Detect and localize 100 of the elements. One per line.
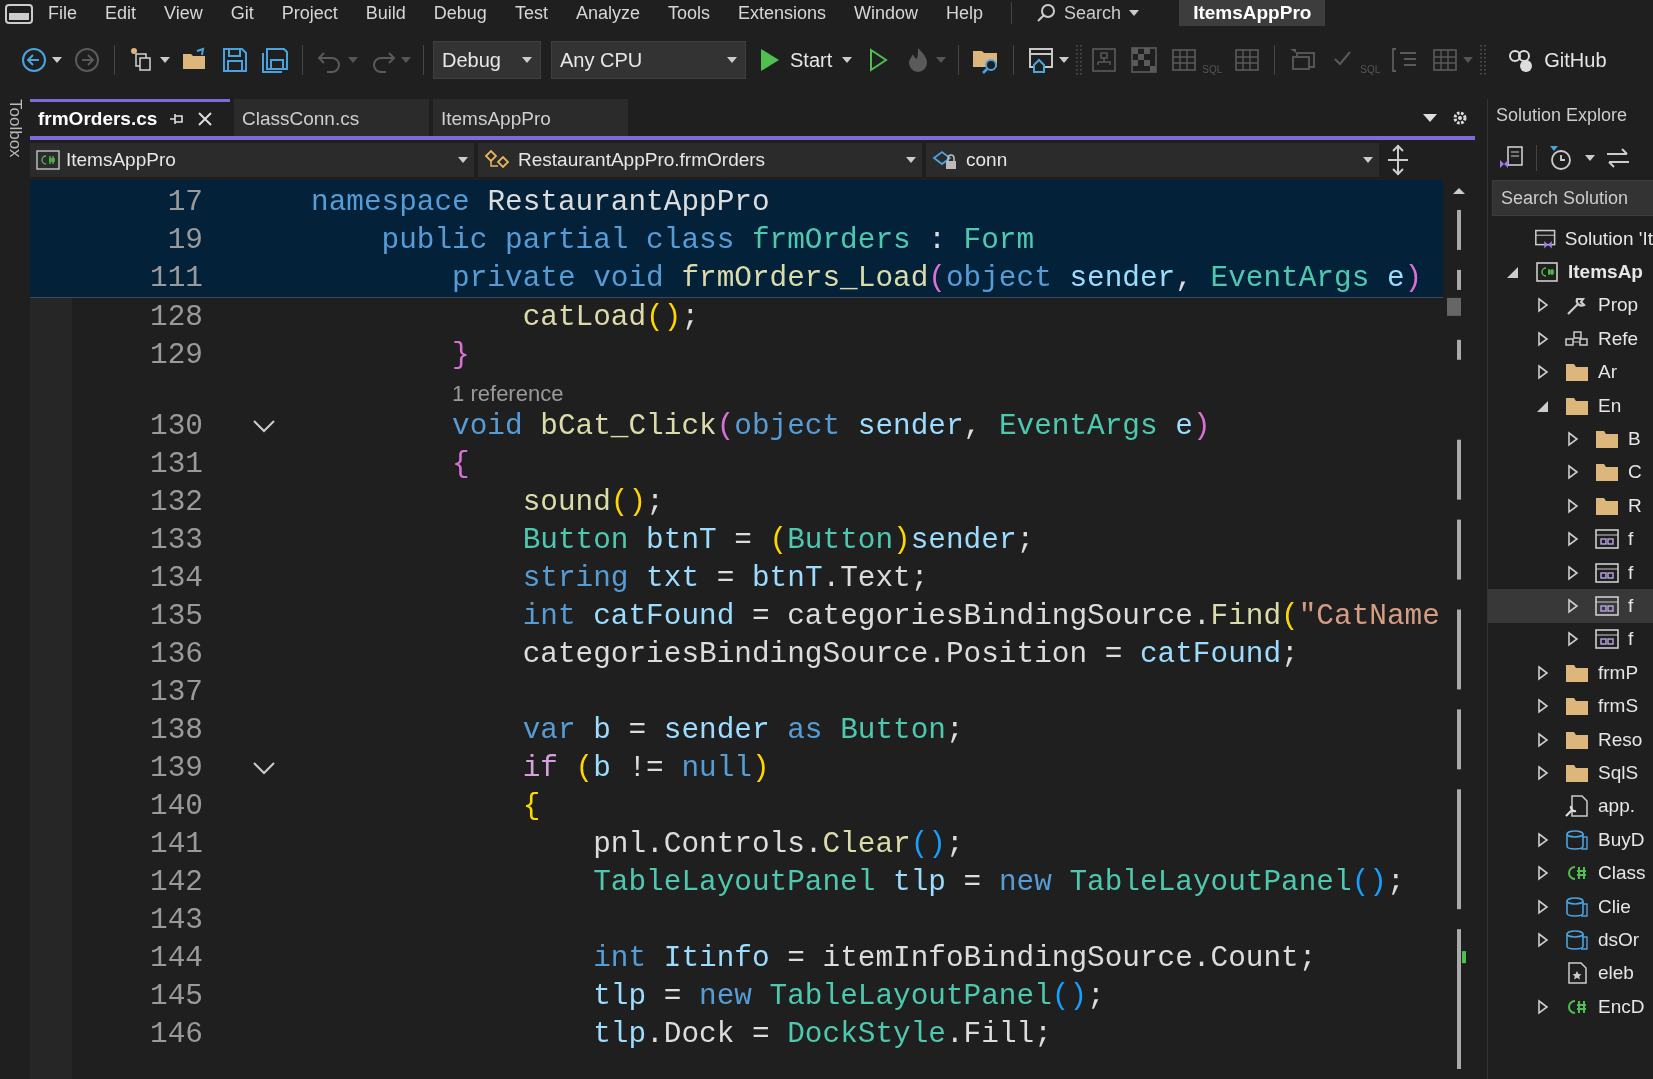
menu-item[interactable]: Tools <box>653 2 724 24</box>
tree-label: Ar <box>1598 361 1617 384</box>
code-line: categoriesBindingSource.Position = catFound; <box>521 637 1299 671</box>
tree-item[interactable]: B <box>1488 422 1653 456</box>
menu-item[interactable]: Analyze <box>561 2 654 24</box>
tree-label: f <box>1628 561 1634 584</box>
line-number: 133 <box>149 523 203 557</box>
references-link[interactable]: 1 reference <box>452 381 564 407</box>
pin-icon[interactable] <box>169 111 186 127</box>
tree-label: ItemsAp <box>1568 261 1643 284</box>
expander-icon[interactable] <box>1566 464 1580 481</box>
tree-item[interactable]: Reso <box>1488 722 1653 757</box>
tree-label: eleb <box>1598 962 1634 985</box>
tree-item[interactable]: eleb <box>1488 956 1653 990</box>
tree-item[interactable]: dsOr <box>1488 923 1653 957</box>
tree-label: Solution 'It <box>1564 227 1653 250</box>
caret-icon <box>727 57 737 63</box>
tree-item[interactable]: Ar <box>1488 355 1653 389</box>
tree-item[interactable]: app. <box>1488 789 1653 824</box>
toolbox-tab[interactable]: Toolbox <box>5 99 25 169</box>
menu-item[interactable]: Debug <box>419 2 501 24</box>
expander-icon[interactable] <box>1536 898 1550 915</box>
swap-icon[interactable] <box>1605 147 1631 169</box>
document-tab[interactable]: ItemsAppPro <box>433 99 628 136</box>
tree-item[interactable]: frmP <box>1488 656 1653 690</box>
tree-item[interactable]: SqlS <box>1488 756 1653 790</box>
tree-item[interactable]: C <box>1488 455 1653 490</box>
expander-icon[interactable] <box>1566 631 1580 648</box>
tree-item[interactable]: BuyD <box>1488 823 1653 857</box>
line-number: 134 <box>149 561 203 595</box>
menu-item[interactable]: Git <box>216 2 268 24</box>
caret-icon <box>1363 157 1373 163</box>
panel-title: Solution Explore <box>1495 104 1629 127</box>
close-icon[interactable] <box>197 111 214 127</box>
tree-item[interactable]: f <box>1488 555 1653 590</box>
expander-icon[interactable] <box>1536 998 1550 1015</box>
code-line: catLoad(); <box>521 300 700 334</box>
menu-item[interactable]: Test <box>500 2 562 24</box>
form-icon <box>1594 560 1620 585</box>
dropdown[interactable]: Any CPU <box>551 41 746 79</box>
chevron-icon[interactable] <box>253 419 275 433</box>
project-dropdown[interactable]: ItemsAppPro <box>30 143 474 177</box>
search-field[interactable]: Search Solution <box>1492 180 1653 216</box>
caret-icon <box>52 57 62 63</box>
menu-item[interactable]: Extensions <box>723 2 841 24</box>
tree-label: BuyD <box>1598 828 1645 851</box>
expander-icon[interactable] <box>1566 598 1580 614</box>
expander-icon[interactable] <box>1536 664 1550 681</box>
expander-icon[interactable] <box>1536 731 1550 748</box>
tree-item[interactable]: Clie <box>1488 889 1653 924</box>
code-line: var b = sender as Button; <box>521 713 964 747</box>
menu-item[interactable]: View <box>150 2 217 24</box>
tree-item[interactable]: f <box>1488 622 1653 657</box>
database-icon <box>1564 927 1590 952</box>
expander-icon[interactable] <box>1536 831 1550 848</box>
menu-item[interactable]: Window <box>840 2 933 24</box>
expander-icon[interactable] <box>1536 764 1550 781</box>
chevron-icon[interactable] <box>253 761 275 775</box>
expander-icon[interactable] <box>1566 564 1580 581</box>
menu-item[interactable]: Project <box>267 2 352 24</box>
tree-item[interactable]: frmS <box>1488 689 1653 723</box>
tree-item[interactable]: Prop <box>1488 288 1653 323</box>
menu-item[interactable]: File <box>34 2 91 24</box>
expander-icon[interactable] <box>1536 931 1550 948</box>
expander-icon[interactable] <box>1536 698 1550 715</box>
tree-item[interactable]: Solution 'It <box>1488 222 1653 256</box>
tree-item[interactable]: EncD <box>1488 990 1653 1024</box>
member-dropdown[interactable]: conn <box>926 143 1379 177</box>
caret-icon[interactable] <box>1423 113 1437 122</box>
tree-item[interactable]: R <box>1488 489 1653 523</box>
caret-icon <box>906 157 916 163</box>
expander-icon[interactable] <box>1566 497 1580 514</box>
start-button[interactable]: Start <box>756 48 857 72</box>
expander-icon[interactable] <box>1566 531 1580 548</box>
tree-item[interactable]: Refe <box>1488 322 1653 356</box>
tree-item[interactable]: f <box>1488 589 1653 623</box>
expander-icon[interactable] <box>1536 297 1550 314</box>
type-dropdown[interactable]: RestaurantAppPro.frmOrders <box>478 143 922 177</box>
code-line: public partial class frmOrders : Form <box>380 223 1035 257</box>
menu-item[interactable]: Build <box>351 2 420 24</box>
search-button[interactable]: Search <box>1026 2 1150 24</box>
document-tab[interactable]: ClassConn.cs <box>234 99 429 136</box>
github-copilot-button[interactable]: GitHub <box>1490 46 1611 74</box>
line-number: 129 <box>149 338 203 372</box>
code-line: pnl.Controls.Clear(); <box>592 827 964 861</box>
dropdown[interactable]: Debug <box>433 41 541 79</box>
line-number: 139 <box>149 751 203 785</box>
tree-item[interactable]: En <box>1488 388 1653 423</box>
tree-item[interactable]: ItemsAp <box>1488 255 1653 289</box>
caret-icon <box>1129 10 1140 16</box>
solution-name: ItemsAppPro <box>1179 0 1326 26</box>
expander-icon[interactable] <box>1566 431 1580 448</box>
menu-item[interactable]: Help <box>932 2 998 24</box>
line-number: 132 <box>149 485 203 519</box>
expander-icon[interactable] <box>1536 330 1550 347</box>
tree-item[interactable]: Class <box>1488 856 1653 890</box>
menu-item[interactable]: Edit <box>91 2 151 24</box>
expander-icon[interactable] <box>1536 364 1550 381</box>
expander-icon[interactable] <box>1536 865 1550 882</box>
tree-item[interactable]: f <box>1488 522 1653 556</box>
